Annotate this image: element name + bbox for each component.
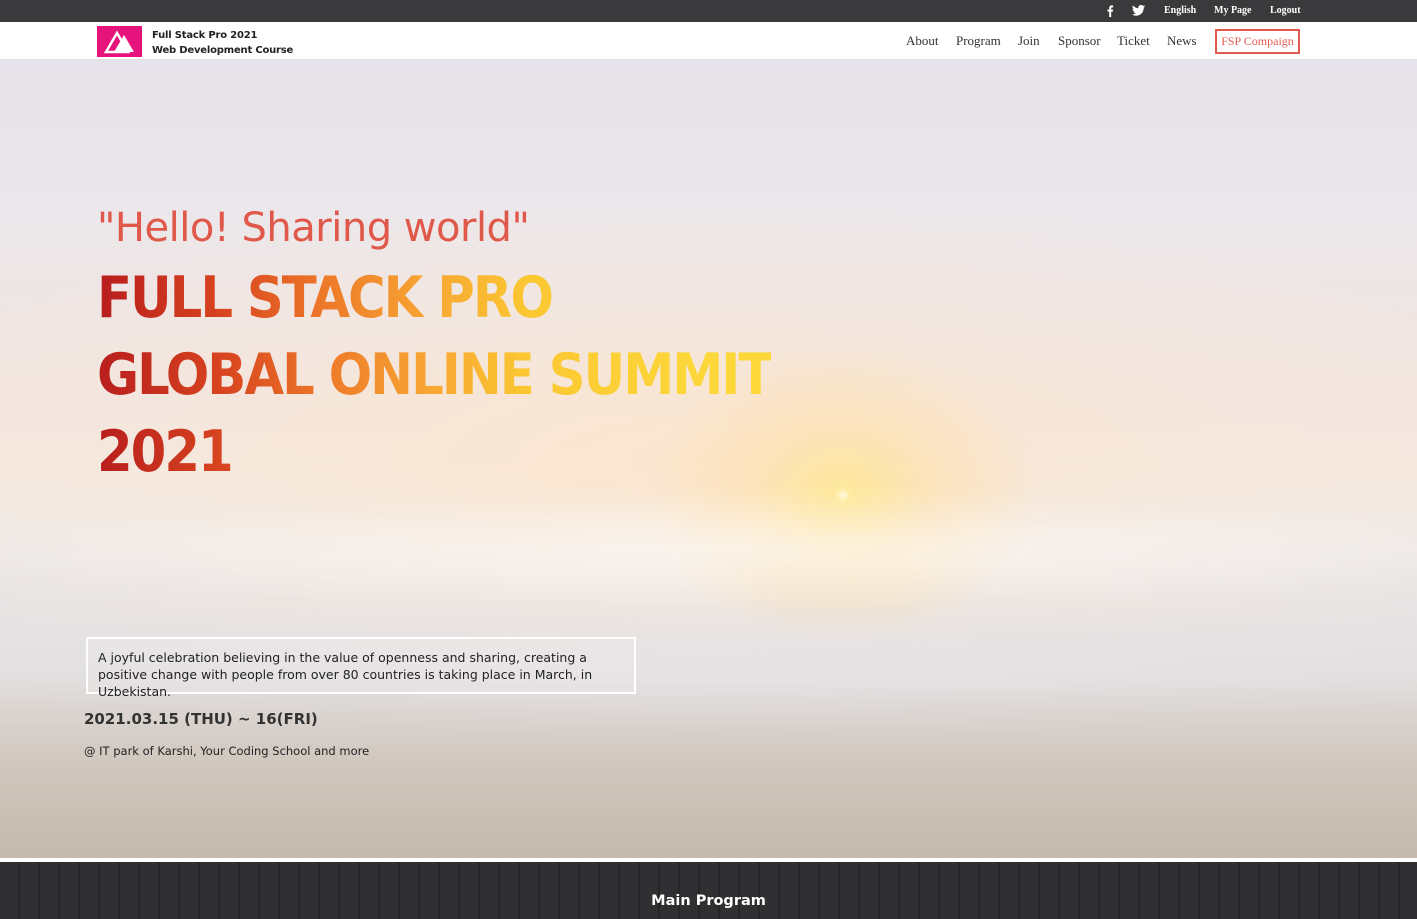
language-link[interactable]: English [1164,0,1196,22]
section-title: Main Program [651,893,766,909]
headline-line-1: FULL STACK PRO [97,260,771,337]
hero-landscape [0,680,1417,858]
nav-campaign-button[interactable]: FSP Compaign [1215,29,1300,54]
logout-link[interactable]: Logout [1270,0,1301,22]
nav-join[interactable]: Join [1018,22,1040,60]
brand-logo[interactable] [97,26,142,57]
brand-name[interactable]: Full Stack Pro 2021 Web Development Cour… [152,28,293,58]
main-program-section: Main Program [0,862,1417,919]
brand-line-2: Web Development Course [152,45,294,56]
nav-about[interactable]: About [906,22,939,60]
main-navbar: Full Stack Pro 2021 Web Development Cour… [0,22,1417,60]
event-date: 2021.03.15 (THU) ~ 16(FRI) [84,710,318,728]
nav-program[interactable]: Program [956,22,1001,60]
brand-line-1: Full Stack Pro 2021 [152,30,258,41]
hero-banner: "Hello! Sharing world" FULL STACK PRO GL… [0,60,1417,858]
nav-sponsor[interactable]: Sponsor [1058,22,1101,60]
hero-tagline: "Hello! Sharing world" [97,205,530,251]
event-description: A joyful celebration believing in the va… [86,637,636,699]
headline-line-2: GLOBAL ONLINE SUMMIT [97,337,773,414]
hero-sun [834,486,852,504]
my-page-link[interactable]: My Page [1214,0,1252,22]
event-venue: @ IT park of Karshi, Your Coding School … [84,744,370,758]
nav-ticket[interactable]: Ticket [1117,22,1150,60]
top-utility-bar: English My Page Logout [0,0,1417,22]
headline-line-3: 2021 [97,414,771,491]
twitter-icon[interactable] [1132,0,1145,22]
facebook-icon[interactable] [1105,0,1115,22]
hero-cloud-layer [0,490,1417,610]
nav-news[interactable]: News [1167,22,1197,60]
hero-headline: FULL STACK PRO GLOBAL ONLINE SUMMIT 2021 [97,260,773,491]
